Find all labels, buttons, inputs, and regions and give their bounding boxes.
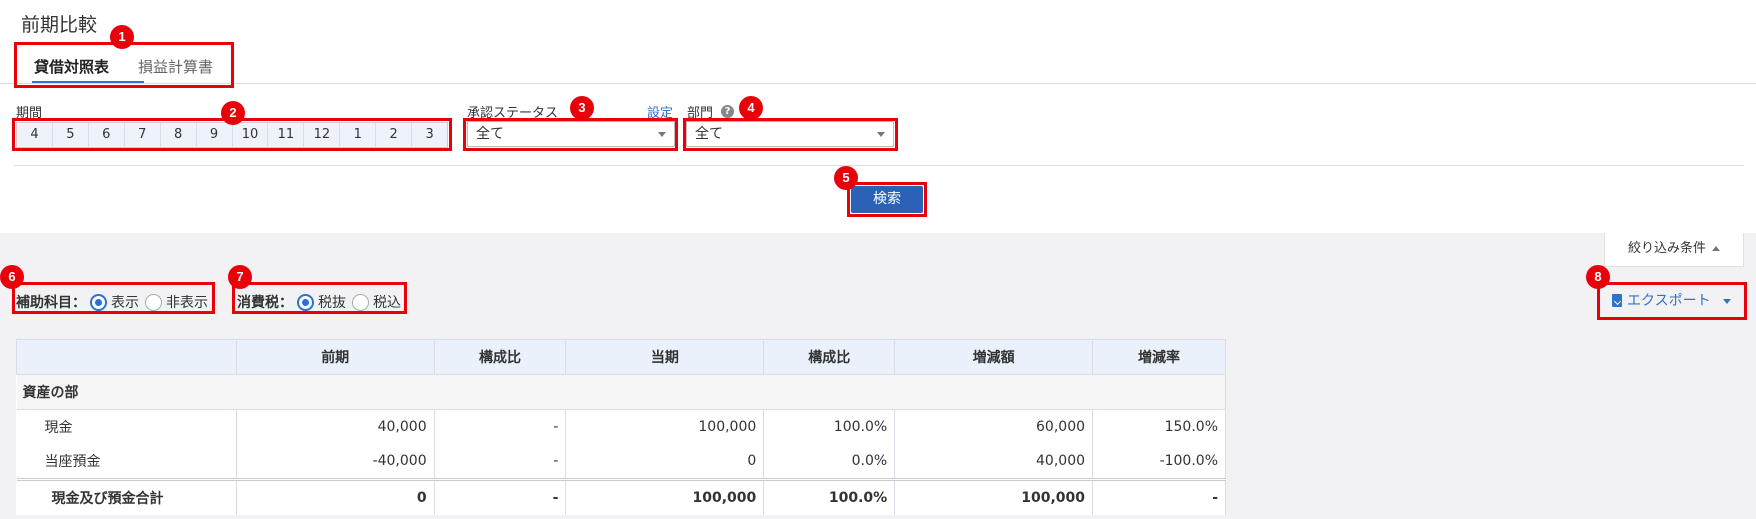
approval-status-select[interactable]: 全て <box>467 121 675 147</box>
period-month-4[interactable]: 4 <box>17 123 53 147</box>
account-link[interactable]: 当座預金 <box>16 444 237 480</box>
annotation-badge-4: 4 <box>739 96 763 120</box>
tab-balance-sheet[interactable]: 貸借対照表 <box>34 56 109 77</box>
period-month-10[interactable]: 10 <box>233 123 269 147</box>
annotation-badge-3: 3 <box>570 96 594 120</box>
period-month-9[interactable]: 9 <box>197 123 233 147</box>
total-rate: - <box>1092 478 1226 515</box>
header-curr-ratio: 構成比 <box>763 339 896 375</box>
sub-account-show-label: 表示 <box>111 295 139 311</box>
period-month-5[interactable]: 5 <box>53 123 89 147</box>
rate-value: 150.0% <box>1092 409 1226 445</box>
chevron-down-icon <box>658 132 666 137</box>
total-row: 現金及び預金合計 0 - 100,000 100.0% 100,000 - <box>16 478 1226 515</box>
header-prev: 前期 <box>235 339 435 375</box>
table-row: 当座預金 -40,000 - 0 0.0% 40,000 -100.0% <box>16 444 1226 480</box>
file-download-icon <box>1612 294 1622 307</box>
diff-value: 60,000 <box>894 409 1094 445</box>
period-label: 期間 <box>16 106 43 121</box>
sub-account-show-radio[interactable] <box>90 293 107 311</box>
tax-excluded-radio[interactable] <box>297 293 314 311</box>
prev-value: -40,000 <box>236 444 435 480</box>
header-prev-ratio: 構成比 <box>433 339 567 375</box>
annotation-badge-2: 2 <box>221 101 245 125</box>
approval-settings-link[interactable]: 設定 <box>647 102 673 121</box>
department-label: 部門 <box>687 106 714 121</box>
export-label: エクスポート <box>1627 293 1711 309</box>
divider <box>0 83 1756 84</box>
period-selector: 4 5 6 7 8 9 10 11 12 1 2 3 <box>16 122 448 148</box>
total-prev: 0 <box>236 478 435 515</box>
approval-status-value: 全て <box>476 126 504 142</box>
department-value: 全て <box>695 126 723 142</box>
total-prev-ratio: - <box>434 478 567 515</box>
table-header-row: 前期 構成比 当期 構成比 増減額 増減率 <box>16 339 1226 375</box>
divider <box>14 165 1744 166</box>
period-month-3[interactable]: 3 <box>412 123 447 147</box>
tax-excluded-label: 税抜 <box>318 295 346 311</box>
chevron-down-icon <box>877 132 885 137</box>
filter-toggle-button[interactable]: 絞り込み条件 <box>1604 233 1744 267</box>
period-month-8[interactable]: 8 <box>161 123 197 147</box>
total-curr-ratio: 100.0% <box>763 478 896 515</box>
sub-account-hide-label: 非表示 <box>166 295 208 311</box>
sub-account-label: 補助科目： <box>16 295 86 311</box>
period-month-2[interactable]: 2 <box>376 123 413 147</box>
annotation-badge-6: 6 <box>0 265 24 289</box>
approval-status-label: 承認ステータス <box>467 106 559 121</box>
header-curr: 当期 <box>565 339 765 375</box>
page-title: 前期比較 <box>21 14 98 36</box>
period-month-1[interactable]: 1 <box>340 123 377 147</box>
annotation-badge-5: 5 <box>834 166 858 190</box>
chevron-up-icon <box>1712 246 1720 251</box>
filter-toggle-label: 絞り込み条件 <box>1627 241 1706 256</box>
header-diff: 増減額 <box>894 339 1094 375</box>
curr-ratio: 0.0% <box>763 444 896 480</box>
diff-value: 40,000 <box>894 444 1094 480</box>
rate-value: -100.0% <box>1092 444 1226 480</box>
header-account <box>16 339 237 375</box>
annotation-badge-1: 1 <box>110 25 134 49</box>
period-month-11[interactable]: 11 <box>268 123 305 147</box>
sub-account-radio-group: 補助科目： 表示 非表示 <box>16 292 214 312</box>
curr-value: 0 <box>565 444 765 480</box>
section-row: 資産の部 <box>16 374 1226 410</box>
annotation-badge-8: 8 <box>1586 265 1610 289</box>
header-rate: 増減率 <box>1092 339 1226 375</box>
prev-value: 40,000 <box>236 409 435 445</box>
annotation-badge-7: 7 <box>228 265 252 289</box>
curr-value: 100,000 <box>565 409 765 445</box>
period-month-6[interactable]: 6 <box>89 123 125 147</box>
table-row: 現金 40,000 - 100,000 100.0% 60,000 150.0% <box>16 409 1226 445</box>
search-panel: 前期比較 貸借対照表 損益計算書 期間 4 5 6 7 8 9 10 11 12… <box>0 0 1756 233</box>
tab-income-statement[interactable]: 損益計算書 <box>138 56 213 77</box>
prev-ratio: - <box>434 444 567 480</box>
total-curr: 100,000 <box>565 478 765 515</box>
department-select[interactable]: 全て <box>686 121 894 147</box>
chevron-down-icon <box>1722 298 1731 304</box>
prev-ratio: - <box>434 409 567 445</box>
help-icon[interactable]: ? <box>721 105 734 118</box>
total-diff: 100,000 <box>894 478 1094 515</box>
period-month-12[interactable]: 12 <box>304 123 341 147</box>
period-month-7[interactable]: 7 <box>125 123 161 147</box>
search-button[interactable]: 検索 <box>851 186 923 213</box>
section-title: 資産の部 <box>16 374 1226 410</box>
tax-label: 消費税： <box>237 295 293 311</box>
export-button[interactable]: エクスポート <box>1612 290 1731 310</box>
tax-included-radio[interactable] <box>352 293 369 311</box>
comparison-table: 前期 構成比 当期 構成比 増減額 増減率 資産の部 現金 40,000 - 1… <box>16 339 1226 515</box>
curr-ratio: 100.0% <box>763 409 896 445</box>
tax-included-label: 税込 <box>373 295 401 311</box>
account-link[interactable]: 現金 <box>16 409 237 445</box>
sub-account-hide-radio[interactable] <box>145 293 162 311</box>
total-account: 現金及び預金合計 <box>16 478 237 515</box>
tax-radio-group: 消費税： 税抜 税込 <box>237 292 407 312</box>
